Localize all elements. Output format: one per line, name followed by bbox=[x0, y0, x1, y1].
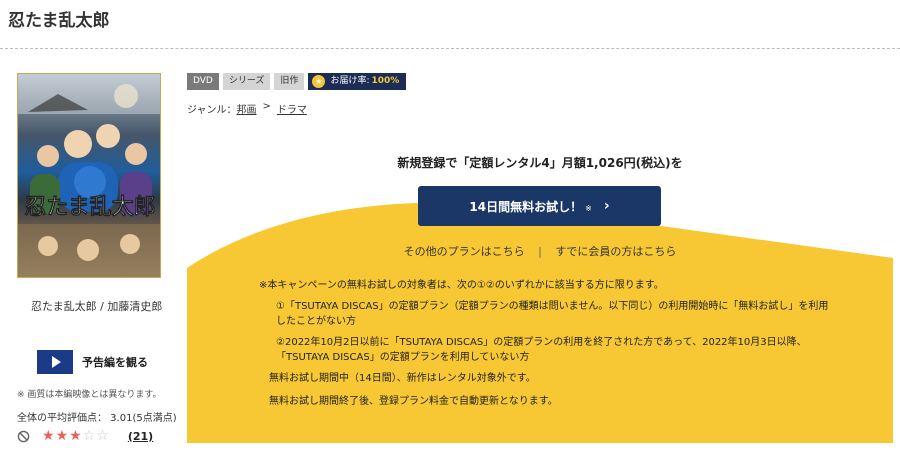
star-coin-icon: ★ bbox=[312, 75, 326, 88]
tag-dvd: DVD bbox=[187, 73, 219, 90]
delivery-rate: 100% bbox=[371, 76, 400, 86]
star-filled-icon[interactable]: ★ bbox=[42, 429, 55, 443]
other-plans-link[interactable]: その他のプランはこちら bbox=[404, 245, 525, 258]
title-divider bbox=[0, 48, 900, 49]
poster-artwork: 忍たま乱太郎 bbox=[18, 74, 160, 277]
free-trial-button[interactable]: 14日間無料お試し！ ※ › bbox=[418, 186, 661, 226]
genre-label: ジャンル： bbox=[187, 105, 237, 116]
breadcrumb: ジャンル： 邦画 > ドラマ bbox=[187, 101, 307, 116]
terms-item-2: ②2022年10月2日以前に「TSUTAYA DISCAS」の定額プランの利用を… bbox=[276, 337, 807, 363]
tag-list: DVD シリーズ 旧作 ★ お届け率: 100% bbox=[187, 73, 410, 90]
star-empty-icon[interactable]: ☆ bbox=[83, 429, 96, 443]
plan-links: その他のプランはこちら | すでに会員の方はこちら bbox=[187, 243, 893, 259]
tag-series: シリーズ bbox=[222, 73, 271, 90]
star-filled-icon[interactable]: ★ bbox=[56, 429, 69, 443]
terms-item-3: 無料お試し期間中（14日間）、新作はレンタル対象外です。 bbox=[269, 373, 536, 384]
average-rating: 全体の平均評価点： 3.01(5点満点) bbox=[17, 413, 177, 424]
tag-old-release: 旧作 bbox=[274, 73, 305, 90]
free-trial-mark: ※ bbox=[585, 204, 592, 213]
campaign-terms: ※本キャンペーンの無料お試しの対象者は、次の①②のいずれかに該当する方に限ります… bbox=[259, 278, 829, 417]
terms-intro: ※本キャンペーンの無料お試しの対象者は、次の①②のいずれかに該当する方に限ります… bbox=[259, 280, 664, 291]
trailer-button[interactable]: 予告編を観る bbox=[37, 350, 148, 374]
free-trial-label: 14日間無料お試し！ bbox=[469, 199, 583, 214]
genre-link-drama[interactable]: ドラマ bbox=[277, 101, 307, 116]
trailer-label: 予告編を観る bbox=[82, 356, 148, 369]
tag-delivery-rate: ★ お届け率: 100% bbox=[308, 73, 407, 90]
play-icon bbox=[37, 350, 73, 374]
cast-info: 忍たま乱太郎 / 加藤清史郎 bbox=[31, 300, 163, 313]
breadcrumb-separator: > bbox=[262, 101, 271, 112]
star-empty-icon[interactable]: ☆ bbox=[96, 429, 109, 443]
image-quality-note: ※ 画質は本編映像とは異なります。 bbox=[17, 390, 162, 400]
delivery-label: お届け率: bbox=[330, 76, 370, 86]
genre-link-houga[interactable]: 邦画 bbox=[237, 101, 257, 116]
member-login-link[interactable]: すでに会員の方はこちら bbox=[555, 245, 676, 258]
movie-poster[interactable]: 忍たま乱太郎 bbox=[17, 73, 161, 278]
not-interested-icon[interactable] bbox=[17, 430, 30, 443]
campaign-headline: 新規登録で「定額レンタル4」月額1,026円(税込)を bbox=[397, 156, 683, 170]
svg-text:忍たま乱太郎: 忍たま乱太郎 bbox=[24, 194, 155, 220]
link-divider: | bbox=[538, 245, 542, 258]
terms-item-1: ①「TSUTAYA DISCAS」の定額プラン（定額プランの種類は問いません。以… bbox=[276, 301, 829, 327]
chevron-right-icon: › bbox=[603, 198, 610, 214]
rating-row: ★ ★ ★ ☆ ☆ (21) bbox=[17, 429, 153, 443]
rating-stars: ★ ★ ★ ☆ ☆ bbox=[42, 429, 110, 443]
review-count-link[interactable]: (21) bbox=[128, 430, 153, 443]
terms-item-4: 無料お試し期間終了後、登録プラン料金で自動更新となります。 bbox=[269, 396, 558, 407]
star-filled-icon[interactable]: ★ bbox=[69, 429, 82, 443]
page-title: 忍たま乱太郎 bbox=[8, 11, 110, 31]
